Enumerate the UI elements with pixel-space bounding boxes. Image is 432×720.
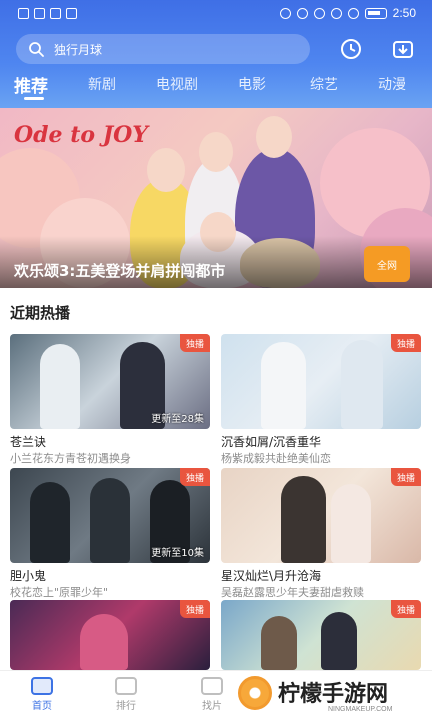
exclusive-badge: 独播 bbox=[391, 334, 421, 352]
banner-title: 欢乐颂3:五美登场并肩拼闯都市 bbox=[14, 262, 226, 280]
nav-ranking-label: 排行 bbox=[116, 701, 136, 712]
drama-poster: 独播 更新至10集 bbox=[10, 468, 210, 563]
watermark-url: NINGMAKEUP.COM bbox=[328, 706, 393, 713]
exclusive-badge: 独播 bbox=[180, 600, 210, 618]
nav-find-label: 找片 bbox=[202, 701, 222, 712]
drama-title: 星汉灿烂\月升沧海 bbox=[221, 569, 322, 583]
drama-subtitle: 校花恋上"原罪少年" bbox=[10, 586, 109, 599]
nav-ranking[interactable]: 排行 bbox=[106, 677, 146, 712]
drama-poster: 独播 bbox=[10, 600, 210, 670]
tab-anime[interactable]: 动漫 bbox=[378, 74, 406, 94]
drama-poster: 独播 bbox=[221, 600, 421, 670]
drama-card[interactable]: 独播 更新至28集 苍兰诀 小兰花东方青苍初遇换身 bbox=[10, 334, 210, 465]
show-logo: Ode to JOY bbox=[14, 122, 148, 148]
nav-home-label: 首页 bbox=[32, 701, 52, 712]
tab-movie[interactable]: 电影 bbox=[238, 74, 266, 94]
tab-tv-series[interactable]: 电视剧 bbox=[156, 74, 198, 94]
search-bar[interactable]: 独行月球 bbox=[16, 34, 310, 64]
nav-home[interactable]: 首页 bbox=[22, 677, 62, 712]
drama-subtitle: 杨紫成毅共赴绝美仙恋 bbox=[221, 452, 331, 465]
download-button[interactable] bbox=[388, 34, 418, 64]
drama-poster: 独播 bbox=[221, 468, 421, 563]
watermark-text: 柠檬手游网 bbox=[278, 682, 389, 707]
drama-poster: 独播 bbox=[221, 334, 421, 429]
bluetooth-icon bbox=[313, 7, 325, 19]
drama-poster: 独播 更新至28集 bbox=[10, 334, 210, 429]
section-title: 近期热播 bbox=[10, 304, 71, 322]
exclusive-badge: 独播 bbox=[180, 334, 210, 352]
cast-face-image bbox=[199, 132, 233, 172]
category-tabs: 推荐 新剧 电视剧 电影 综艺 动漫 bbox=[0, 72, 432, 100]
battery-icon bbox=[364, 7, 387, 19]
eye-icon bbox=[296, 7, 308, 19]
home-icon bbox=[31, 677, 53, 695]
search-icon bbox=[29, 42, 44, 57]
exclusive-badge: 独播 bbox=[391, 468, 421, 486]
history-button[interactable] bbox=[336, 34, 366, 64]
watermark: 柠檬手游网 NINGMAKEUP.COM bbox=[238, 672, 424, 718]
drama-subtitle: 小兰花东方青苍初遇换身 bbox=[10, 452, 131, 465]
headset-icon bbox=[279, 7, 291, 19]
exclusive-badge: 独播 bbox=[180, 468, 210, 486]
cast-face-image bbox=[256, 116, 292, 158]
notification-icon bbox=[18, 8, 29, 19]
drama-card[interactable]: 独播 星汉灿烂\月升沧海 吴磊赵露思少年夫妻甜虐救赎 bbox=[221, 468, 421, 599]
app-header: 2:50 独行月球 推荐 新剧 电视剧 电影 综艺 动漫 bbox=[0, 0, 432, 108]
hero-banner[interactable]: Ode to JOY 全网 欢乐颂3:五美登场并肩拼闯都市 bbox=[0, 108, 432, 288]
search-placeholder: 独行月球 bbox=[54, 42, 103, 57]
system-icons: 2:50 bbox=[279, 6, 416, 20]
nav-find[interactable]: 找片 bbox=[192, 677, 232, 712]
banner-badge: 全网 bbox=[364, 246, 410, 282]
episode-label: 更新至28集 bbox=[151, 414, 204, 425]
drama-subtitle: 吴磊赵露思少年夫妻甜虐救赎 bbox=[221, 586, 364, 599]
notification-icon bbox=[34, 8, 45, 19]
notification-icon bbox=[66, 8, 77, 19]
drama-title: 胆小鬼 bbox=[10, 569, 47, 583]
drama-card[interactable]: 独播 bbox=[10, 600, 210, 670]
video-icon bbox=[201, 677, 223, 695]
download-icon bbox=[393, 41, 413, 58]
history-icon bbox=[341, 39, 361, 59]
tab-new-drama[interactable]: 新剧 bbox=[88, 74, 116, 94]
tab-recommend[interactable]: 推荐 bbox=[14, 72, 48, 97]
notification-icons bbox=[18, 8, 77, 19]
wifi-icon bbox=[347, 7, 359, 19]
drama-card[interactable]: 独播 bbox=[221, 600, 421, 670]
active-tab-indicator bbox=[24, 97, 44, 100]
drama-title: 沉香如屑/沉香重华 bbox=[221, 435, 322, 449]
cast-face-image bbox=[147, 148, 185, 192]
status-bar: 2:50 bbox=[0, 0, 432, 28]
drama-card[interactable]: 独播 沉香如屑/沉香重华 杨紫成毅共赴绝美仙恋 bbox=[221, 334, 421, 465]
tab-variety[interactable]: 综艺 bbox=[310, 74, 338, 94]
ranking-icon bbox=[115, 677, 137, 695]
notification-icon bbox=[50, 8, 61, 19]
episode-label: 更新至10集 bbox=[151, 548, 204, 559]
lemon-logo-icon bbox=[238, 676, 272, 710]
location-icon bbox=[330, 7, 342, 19]
clock: 2:50 bbox=[392, 6, 416, 20]
drama-card[interactable]: 独播 更新至10集 胆小鬼 校花恋上"原罪少年" bbox=[10, 468, 210, 599]
drama-title: 苍兰诀 bbox=[10, 435, 47, 449]
exclusive-badge: 独播 bbox=[391, 600, 421, 618]
